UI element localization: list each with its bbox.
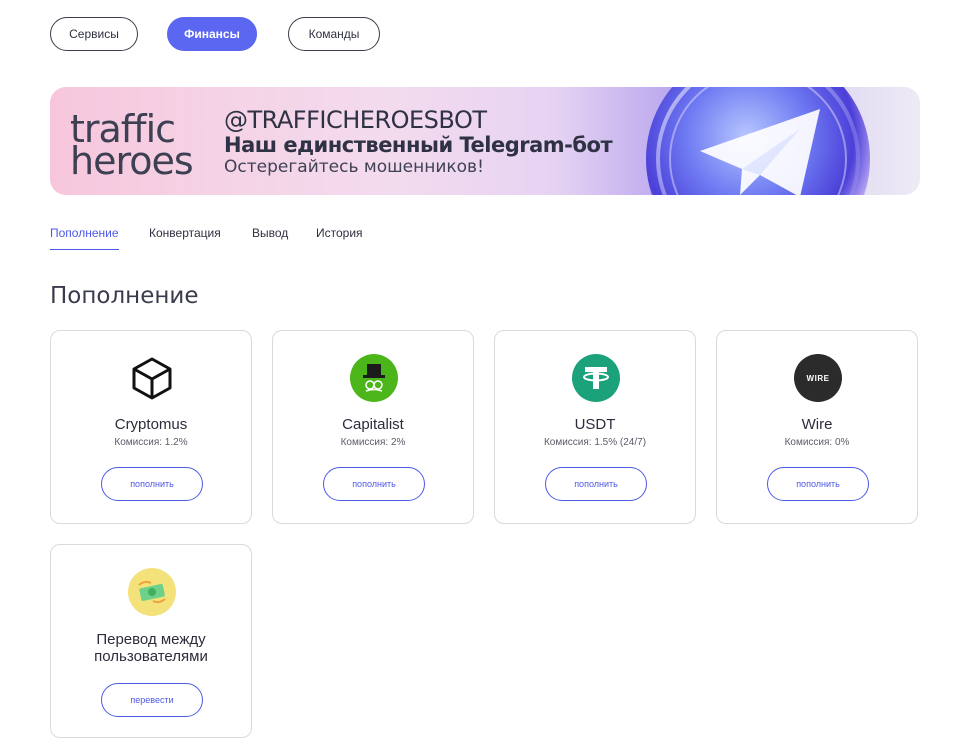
transfer-card: Перевод между пользователями перевести bbox=[50, 544, 252, 738]
wire-transfer-icon: WIRE bbox=[794, 354, 842, 402]
telegram-sphere-icon bbox=[646, 87, 870, 195]
payment-card-wire: WIRE Wire Комиссия: 0% пополнить bbox=[716, 330, 918, 524]
transfer-button[interactable]: перевести bbox=[101, 683, 203, 717]
banner-title: Наш единственный Telegram-бот bbox=[224, 133, 613, 157]
money-transfer-icon bbox=[128, 568, 176, 616]
deposit-button[interactable]: пополнить bbox=[545, 467, 647, 501]
method-fee: Комиссия: 1.2% bbox=[114, 437, 188, 448]
page-title: Пополнение bbox=[50, 283, 199, 309]
telegram-bot-banner[interactable]: traffic heroes @TRAFFICHEROESBOT Наш еди… bbox=[50, 87, 920, 195]
tab-history[interactable]: История bbox=[316, 226, 363, 240]
traffic-heroes-logo: traffic heroes bbox=[70, 107, 194, 183]
payment-card-cryptomus: Cryptomus Комиссия: 1.2% пополнить bbox=[50, 330, 252, 524]
deposit-button[interactable]: пополнить bbox=[767, 467, 869, 501]
active-tab-indicator bbox=[50, 249, 119, 250]
tab-deposit[interactable]: Пополнение bbox=[50, 226, 119, 240]
payment-card-capitalist: Capitalist Комиссия: 2% пополнить bbox=[272, 330, 474, 524]
nav-finance-button[interactable]: Финансы bbox=[167, 17, 257, 51]
banner-handle: @TRAFFICHEROESBOT bbox=[224, 106, 487, 134]
deposit-button[interactable]: пополнить bbox=[323, 467, 425, 501]
capitalist-hat-icon bbox=[350, 354, 398, 402]
method-fee: Комиссия: 1.5% (24/7) bbox=[543, 437, 647, 448]
method-fee: Комиссия: 2% bbox=[340, 437, 406, 448]
cryptomus-cube-icon bbox=[128, 354, 176, 402]
method-fee: Комиссия: 0% bbox=[784, 437, 850, 448]
transfer-title: Перевод между пользователями bbox=[94, 631, 208, 665]
tether-icon bbox=[572, 354, 620, 402]
method-name: Wire bbox=[801, 416, 833, 433]
tab-conversion[interactable]: Конвертация bbox=[149, 226, 221, 240]
method-name: Cryptomus bbox=[114, 416, 188, 433]
nav-teams-button[interactable]: Команды bbox=[288, 17, 380, 51]
banner-subtitle: Остерегайтесь мошенников! bbox=[224, 157, 484, 177]
payment-card-usdt: USDT Комиссия: 1.5% (24/7) пополнить bbox=[494, 330, 696, 524]
deposit-button[interactable]: пополнить bbox=[101, 467, 203, 501]
method-name: USDT bbox=[574, 416, 616, 433]
method-name: Capitalist bbox=[342, 416, 404, 433]
tab-withdrawal[interactable]: Вывод bbox=[252, 226, 288, 240]
nav-services-button[interactable]: Сервисы bbox=[50, 17, 138, 51]
